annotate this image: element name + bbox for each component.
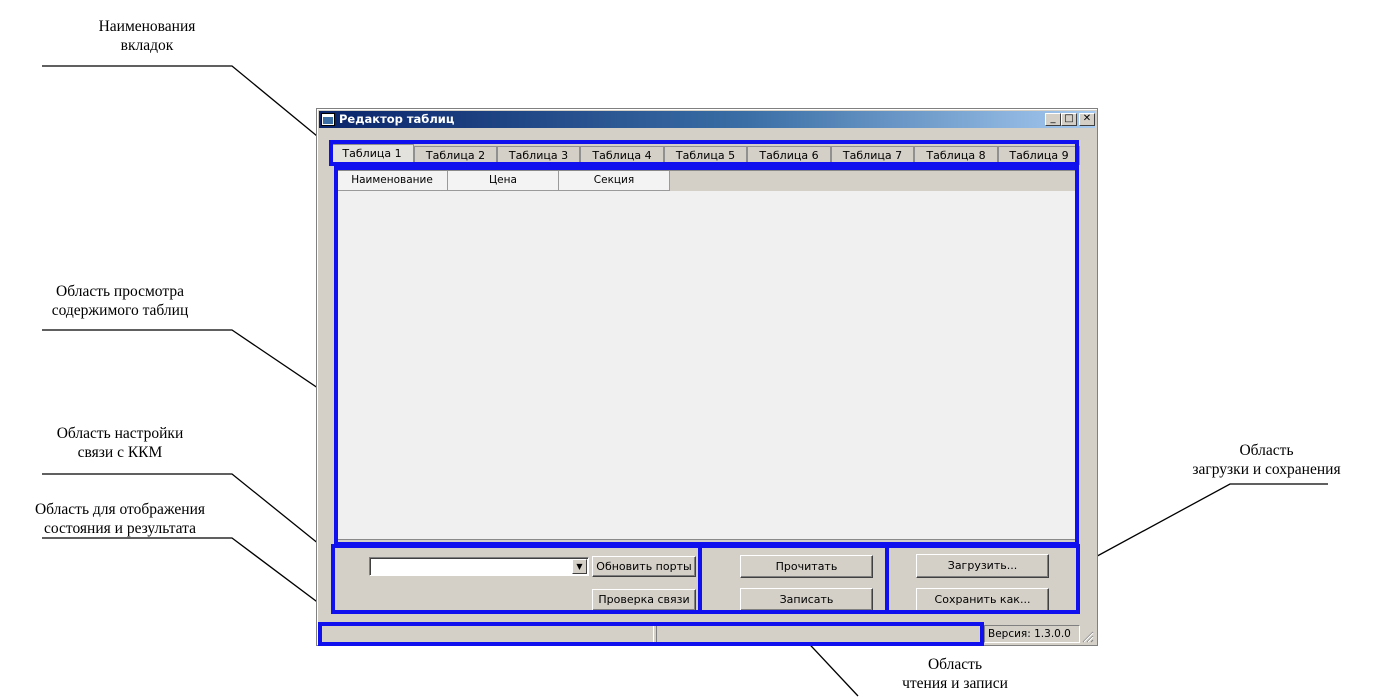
annotation-line: Область для отображения <box>34 501 205 518</box>
annotation-line: вкладок <box>120 37 174 54</box>
highlight-view-area <box>334 166 1079 546</box>
maximize-icon: □ <box>1064 113 1074 124</box>
annotation-line: связи с ККМ <box>77 444 163 461</box>
minimize-button[interactable]: _ <box>1045 113 1061 126</box>
annotation-line: Наименования <box>98 18 196 35</box>
annotation-line: Область настройки <box>56 425 184 442</box>
app-window-icon[interactable] <box>321 113 335 126</box>
annotation-status-area: Область для отображения состояния и резу… <box>4 500 236 538</box>
window-title: Редактор таблиц <box>339 112 455 126</box>
close-button[interactable]: ✕ <box>1079 113 1095 126</box>
highlight-kkm-settings <box>331 544 702 614</box>
maximize-button[interactable]: □ <box>1061 113 1077 126</box>
annotation-view-area: Область просмотра содержимого таблиц <box>10 282 230 320</box>
title-bar[interactable]: Редактор таблиц _ □ ✕ <box>319 111 1095 128</box>
annotation-line: состояния и результата <box>44 520 196 537</box>
annotation-line: чтения и записи <box>902 675 1008 692</box>
highlight-load-save <box>885 544 1080 614</box>
annotation-line: Область <box>1239 442 1294 459</box>
annotation-line: содержимого таблиц <box>51 302 189 319</box>
annotation-line: загрузки и сохранения <box>1192 461 1341 478</box>
annotation-line: Область <box>927 656 983 673</box>
resize-grip-icon[interactable] <box>1082 631 1094 643</box>
highlight-status-area <box>318 622 984 646</box>
annotation-line: Область просмотра <box>56 283 184 300</box>
annotation-tab-names: Наименования вкладок <box>62 17 232 55</box>
minimize-icon: _ <box>1050 113 1056 124</box>
version-label: Версия: 1.3.0.0 <box>984 625 1080 643</box>
close-icon: ✕ <box>1082 113 1092 124</box>
highlight-read-write <box>698 544 889 614</box>
annotation-read-write: Область чтения и записи <box>855 655 1055 693</box>
highlight-tab-names <box>329 140 1079 166</box>
annotation-load-save: Область загрузки и сохранения <box>1160 441 1373 479</box>
annotation-kkm-settings: Область настройки связи с ККМ <box>20 424 220 462</box>
